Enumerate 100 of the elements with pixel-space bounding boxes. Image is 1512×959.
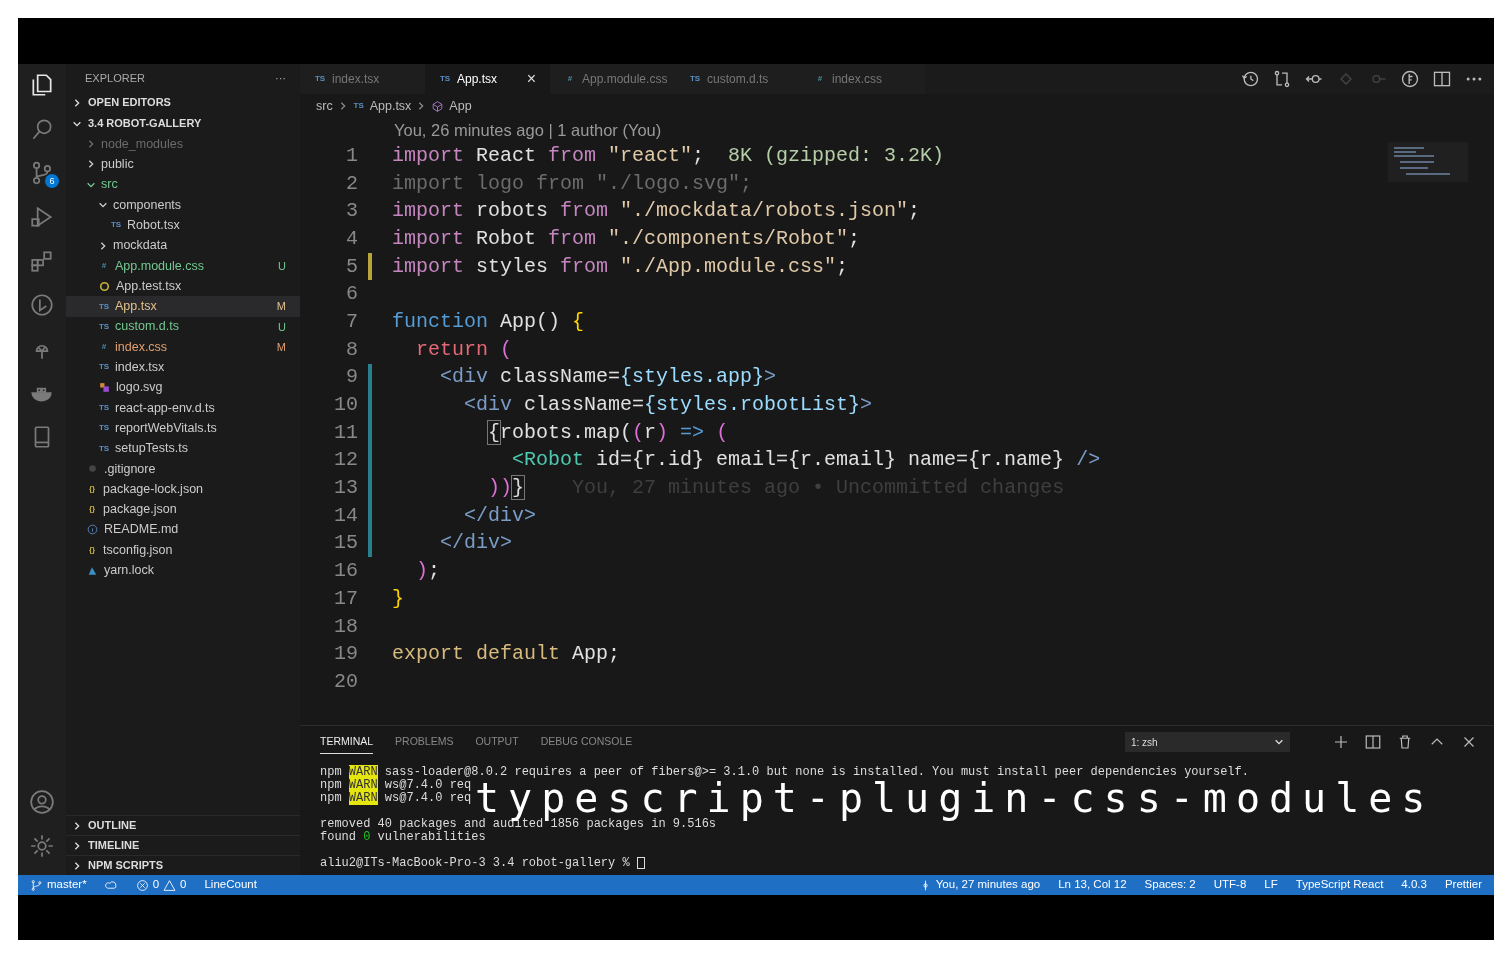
breadcrumb-item[interactable]: App [449, 96, 472, 116]
file-item[interactable]: {} package.json [66, 499, 300, 520]
css-file-icon: # [564, 73, 576, 85]
line-number: 6 [345, 281, 359, 308]
status-item[interactable]: LF [1264, 876, 1278, 894]
breadcrumb-item[interactable]: src [316, 96, 333, 116]
status-item[interactable]: Spaces: 2 [1144, 876, 1196, 894]
css-file-icon: # [98, 259, 110, 272]
blame-annotation: You, 26 minutes ago | 1 author (You) [393, 120, 663, 141]
line-number: 9 [345, 364, 359, 391]
ts-file-icon: TS [98, 422, 110, 435]
split-editor-icon[interactable] [1364, 733, 1382, 751]
extensions-icon [29, 248, 55, 274]
file-item[interactable]: TS setupTests.ts [66, 438, 300, 459]
file-item[interactable]: TS index.tsx [66, 357, 300, 378]
source-control-tab[interactable]: 6 [28, 158, 56, 188]
status-item[interactable] [104, 878, 118, 892]
ts-file-icon: TS [689, 73, 701, 85]
status-item[interactable]: You, 27 minutes ago [918, 876, 1041, 894]
panel-tab[interactable]: DEBUG CONSOLE [540, 730, 633, 754]
file-item[interactable]: TS custom.d.ts U [66, 316, 300, 337]
line-number: 18 [333, 613, 359, 640]
chevron-icon [72, 860, 82, 871]
line-number: 19 [333, 641, 359, 668]
file-item[interactable]: logo.svg [66, 377, 300, 398]
status-item[interactable]: UTF-8 [1213, 876, 1247, 894]
section-header[interactable]: 3.4 ROBOT-GALLERY [66, 113, 300, 134]
panel-tab[interactable]: TERMINAL [320, 729, 374, 755]
status-letter: U [278, 258, 286, 274]
status-item[interactable]: Prettier [1444, 876, 1482, 894]
folder-item[interactable]: mockdata [66, 235, 300, 256]
panel-title: EXPLORER [85, 70, 145, 86]
ts-file-icon: TS [314, 73, 326, 85]
close-tab-icon[interactable]: × [526, 67, 536, 91]
breadcrumb-item[interactable]: App.tsx [369, 96, 412, 116]
code-line: import Robot from "./components/Robot"; [392, 225, 861, 252]
chevron-icon [72, 97, 82, 108]
line-number: 13 [333, 475, 359, 502]
ts-file-icon: TS [98, 402, 110, 414]
file-item[interactable]: App.test.tsx [66, 276, 300, 297]
file-item[interactable]: TS reportWebVitals.ts [66, 418, 300, 439]
json-file-icon: {} [86, 503, 98, 516]
file-item[interactable]: README.md [66, 519, 300, 540]
account-button[interactable] [28, 787, 56, 817]
panel-tab[interactable]: OUTPUT [475, 730, 519, 754]
status-letter: M [276, 339, 286, 355]
cloud-icon [104, 878, 118, 892]
section-header[interactable]: OPEN EDITORS [66, 92, 300, 113]
file-item[interactable]: {} package-lock.json [66, 479, 300, 500]
section-header[interactable]: OUTLINE [66, 815, 300, 835]
line-number: 4 [345, 225, 359, 252]
status-item[interactable]: master* [30, 876, 87, 894]
file-item[interactable]: .gitignore [66, 458, 300, 480]
line-number: 2 [345, 170, 359, 197]
account-icon [29, 789, 55, 815]
code-line: import React from "react"; 8K (gzipped: 3.2K) [392, 142, 945, 169]
folder-item[interactable]: public [66, 154, 300, 175]
new-terminal-icon[interactable] [1332, 733, 1350, 751]
status-item[interactable]: Ln 13, Col 12 [1058, 876, 1127, 894]
file-item[interactable]: # App.module.css U [66, 255, 300, 277]
compare-icon[interactable] [1272, 69, 1292, 89]
file-item[interactable]: TS Robot.tsx [66, 215, 300, 236]
folder-item[interactable]: src [66, 174, 300, 195]
line-number: 20 [333, 668, 359, 695]
panel-tab[interactable]: PROBLEMS [395, 730, 454, 754]
file-item[interactable]: TS react-app-env.d.ts [66, 397, 300, 419]
status-item[interactable]: TypeScript React [1295, 876, 1384, 894]
status-item[interactable]: LineCount [204, 876, 257, 894]
line-number: 14 [333, 502, 359, 529]
code-line: {robots.map((r) => ( [487, 419, 729, 446]
status-item[interactable]: 0 0 [135, 876, 187, 894]
ts-file-icon: TS [352, 100, 365, 112]
more-button[interactable]: ··· [275, 69, 286, 87]
section-header[interactable]: TIMELINE [66, 835, 300, 855]
terminal-line: aliu2@ITs-MacBook-Pro-3 3.4 robot-gallery % [320, 856, 631, 871]
split-editor-icon[interactable] [1432, 69, 1452, 89]
code-line: function App() { [392, 308, 585, 335]
files-icon [29, 72, 55, 98]
line-number: 10 [333, 392, 359, 419]
line-number: 5 [345, 253, 359, 280]
file-item[interactable]: {} tsconfig.json [66, 539, 300, 561]
file-item[interactable]: yarn.lock [66, 560, 300, 581]
line-number: 3 [345, 198, 359, 225]
status-item[interactable]: 4.0.3 [1401, 876, 1427, 894]
file-item[interactable]: TS App.tsx M [66, 296, 300, 317]
circle-icon[interactable] [1400, 69, 1420, 89]
line-number: 16 [333, 558, 359, 585]
terminal-select[interactable]: 1: zsh [1125, 732, 1290, 752]
code-line: <Robot id={r.id} email={r.email} name={r.name} /> [511, 447, 1101, 474]
count-badge: 6 [45, 174, 59, 188]
ts-file-icon: TS [110, 219, 122, 232]
image-file-icon [98, 381, 111, 395]
info-icon [86, 523, 99, 537]
folder-item[interactable]: components [66, 194, 300, 216]
ts-file-icon: TS [98, 361, 110, 374]
code-line: </div> [439, 530, 513, 557]
code-line: import styles from "./App.module.css"; [392, 253, 849, 280]
history-icon[interactable] [1240, 69, 1260, 89]
file-item[interactable]: # index.css M [66, 336, 300, 358]
css-file-icon: # [98, 341, 110, 354]
